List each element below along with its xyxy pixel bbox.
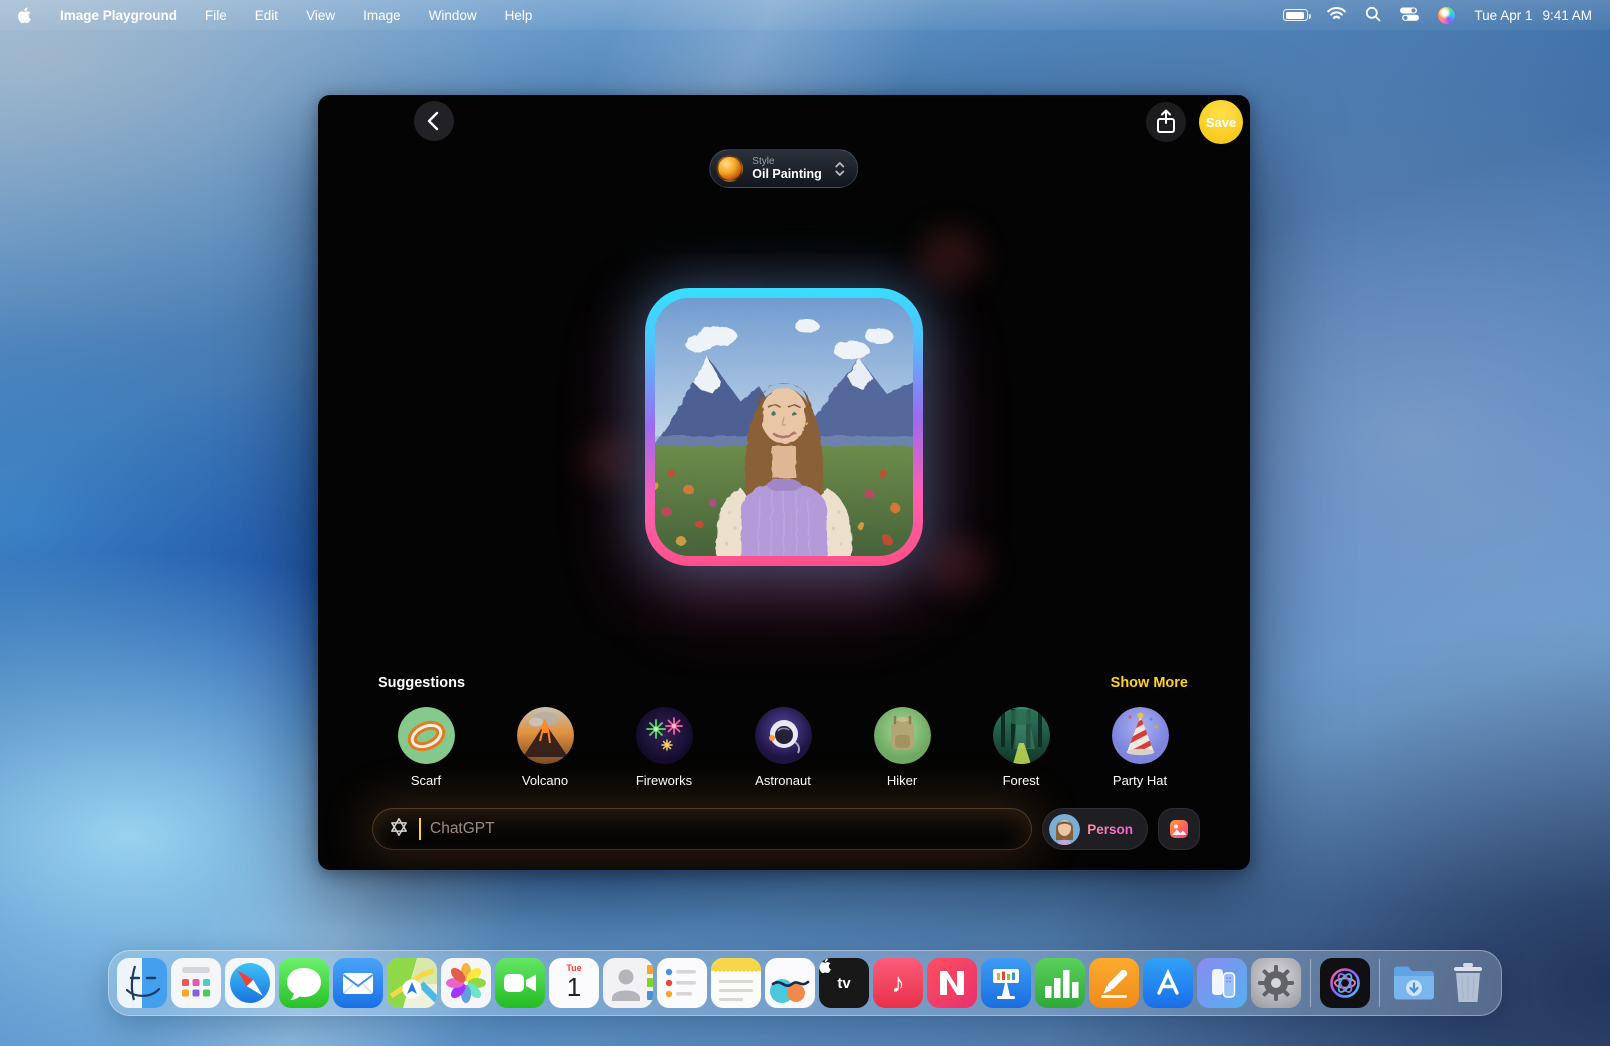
save-button[interactable]: Save bbox=[1199, 100, 1243, 144]
canvas-glow-blob bbox=[918, 228, 982, 286]
menubar-time[interactable]: 9:41 AM bbox=[1542, 8, 1592, 23]
dock-news-icon[interactable] bbox=[927, 958, 977, 1008]
dock-mail-icon[interactable] bbox=[333, 958, 383, 1008]
fireworks-icon bbox=[636, 707, 693, 764]
music-note-glyph: ♪ bbox=[873, 958, 923, 1008]
menu-file[interactable]: File bbox=[205, 8, 227, 23]
dock-calendar-icon[interactable]: Tue 1 bbox=[549, 958, 599, 1008]
suggestion-volcano[interactable]: Volcano bbox=[487, 707, 603, 788]
show-more-button[interactable]: Show More bbox=[1111, 675, 1188, 691]
style-picker-label: Style bbox=[752, 156, 821, 168]
share-button[interactable] bbox=[1146, 102, 1186, 142]
dock-numbers-icon[interactable] bbox=[1035, 958, 1085, 1008]
text-cursor bbox=[419, 818, 421, 840]
dock-image-playground-icon[interactable] bbox=[1320, 958, 1370, 1008]
menu-image[interactable]: Image bbox=[363, 8, 401, 23]
siri-icon[interactable] bbox=[1438, 7, 1455, 24]
dock-launchpad-icon[interactable] bbox=[171, 958, 221, 1008]
dock-safari-icon[interactable] bbox=[225, 958, 275, 1008]
person-chip[interactable]: Person bbox=[1042, 808, 1148, 850]
generated-image-frame bbox=[645, 288, 923, 566]
dock-keynote-icon[interactable] bbox=[981, 958, 1031, 1008]
dock-photos-icon[interactable] bbox=[441, 958, 491, 1008]
search-icon[interactable] bbox=[1365, 6, 1381, 25]
dock-separator bbox=[1310, 959, 1311, 1007]
canvas-glow-blob bbox=[928, 538, 990, 594]
control-center-icon[interactable] bbox=[1400, 7, 1419, 24]
dock-separator bbox=[1379, 959, 1380, 1007]
back-button[interactable] bbox=[414, 101, 454, 141]
dock-facetime-icon[interactable] bbox=[495, 958, 545, 1008]
menu-help[interactable]: Help bbox=[505, 8, 533, 23]
chatgpt-icon bbox=[388, 816, 410, 843]
menu-window[interactable]: Window bbox=[429, 8, 477, 23]
image-playground-window: Save Style Oil Painting bbox=[318, 95, 1250, 870]
hiker-icon bbox=[874, 707, 931, 764]
photo-picker-button[interactable] bbox=[1158, 808, 1200, 850]
dock-downloads-icon[interactable] bbox=[1389, 958, 1439, 1008]
dock-contacts-icon[interactable] bbox=[603, 958, 653, 1008]
person-chip-label: Person bbox=[1087, 822, 1133, 837]
apple-menu-icon[interactable] bbox=[18, 7, 32, 24]
scarf-icon bbox=[398, 707, 455, 764]
dock-trash-icon[interactable] bbox=[1443, 958, 1493, 1008]
prompt-bar: ChatGPT Person bbox=[372, 808, 1200, 850]
prompt-placeholder: ChatGPT bbox=[430, 820, 495, 838]
suggestions-title: Suggestions bbox=[378, 675, 465, 691]
dock-music-icon[interactable]: ♪ bbox=[873, 958, 923, 1008]
astronaut-icon bbox=[755, 707, 812, 764]
dock-settings-icon[interactable] bbox=[1251, 958, 1301, 1008]
menu-view[interactable]: View bbox=[306, 8, 335, 23]
chevron-up-down-icon bbox=[835, 160, 846, 178]
style-picker[interactable]: Style Oil Painting bbox=[709, 149, 858, 188]
battery-icon[interactable] bbox=[1283, 9, 1308, 21]
menu-bar: Image Playground File Edit View Image Wi… bbox=[0, 0, 1610, 30]
party-hat-icon bbox=[1112, 707, 1169, 764]
dock-messages-icon[interactable] bbox=[279, 958, 329, 1008]
menu-app-name[interactable]: Image Playground bbox=[60, 8, 177, 23]
dock-pages-icon[interactable] bbox=[1089, 958, 1139, 1008]
suggestions-row: Scarf Volcano bbox=[368, 707, 1198, 788]
volcano-icon bbox=[517, 707, 574, 764]
tv-glyph: tv bbox=[837, 975, 850, 992]
suggestion-astronaut[interactable]: Astronaut bbox=[725, 707, 841, 788]
dock-freeform-icon[interactable] bbox=[765, 958, 815, 1008]
generated-image[interactable] bbox=[655, 298, 913, 556]
suggestion-scarf[interactable]: Scarf bbox=[368, 707, 484, 788]
menubar-date[interactable]: Tue Apr 1 bbox=[1474, 8, 1532, 23]
canvas-glow-blob bbox=[580, 433, 636, 485]
dock-reminders-icon[interactable] bbox=[657, 958, 707, 1008]
prompt-input[interactable]: ChatGPT bbox=[372, 808, 1032, 850]
dock-finder-icon[interactable] bbox=[117, 958, 167, 1008]
person-avatar bbox=[1049, 814, 1080, 845]
wifi-icon[interactable] bbox=[1327, 7, 1346, 24]
dock-notes-icon[interactable] bbox=[711, 958, 761, 1008]
suggestion-forest[interactable]: Forest bbox=[963, 707, 1079, 788]
dock: Tue 1 tv ♪ bbox=[108, 950, 1502, 1016]
save-button-label: Save bbox=[1206, 115, 1236, 130]
suggestion-party-hat[interactable]: Party Hat bbox=[1082, 707, 1198, 788]
forest-icon bbox=[993, 707, 1050, 764]
menu-edit[interactable]: Edit bbox=[255, 8, 278, 23]
dock-iphone-mirroring-icon[interactable] bbox=[1197, 958, 1247, 1008]
dock-app-store-icon[interactable] bbox=[1143, 958, 1193, 1008]
dock-maps-icon[interactable] bbox=[387, 958, 437, 1008]
suggestion-hiker[interactable]: Hiker bbox=[844, 707, 960, 788]
style-picker-value: Oil Painting bbox=[752, 167, 821, 181]
style-thumbnail-icon bbox=[716, 155, 743, 182]
calendar-day: 1 bbox=[549, 972, 599, 1003]
suggestion-fireworks[interactable]: Fireworks bbox=[606, 707, 722, 788]
dock-tv-icon[interactable]: tv bbox=[819, 958, 869, 1008]
